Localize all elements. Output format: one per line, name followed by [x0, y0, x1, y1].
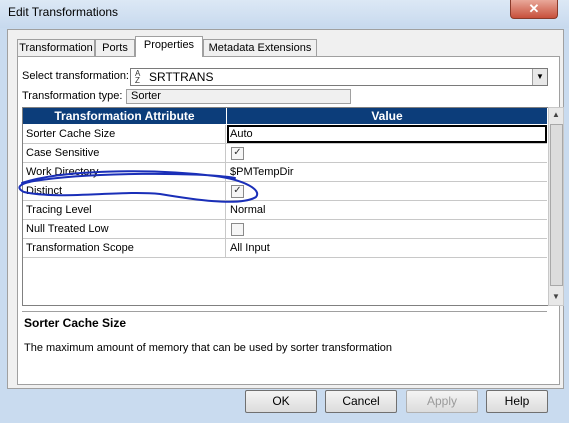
transformation-type-label: Transformation type: [22, 90, 123, 102]
value-cell [227, 220, 547, 238]
help-button[interactable]: Help [486, 390, 548, 413]
table-row[interactable]: Transformation Scope All Input [23, 239, 547, 258]
sorter-az-icon: AZ [135, 69, 141, 85]
title-bar: Edit Transformations ✕ [0, 0, 569, 28]
tab-ports[interactable]: Ports [95, 39, 135, 56]
table-row[interactable]: Sorter Cache Size Auto [23, 125, 547, 144]
value-cell[interactable]: $PMTempDir [227, 163, 547, 181]
description-text: The maximum amount of memory that can be… [24, 342, 393, 354]
tab-transformation[interactable]: Transformation [17, 39, 95, 56]
value-cell[interactable]: Auto [227, 125, 547, 143]
grid-header-attribute: Transformation Attribute [23, 108, 226, 124]
chevron-down-icon[interactable]: ▼ [532, 69, 547, 85]
table-row[interactable]: Work Directory $PMTempDir [23, 163, 547, 182]
ok-button[interactable]: OK [245, 390, 317, 413]
description-pane: Sorter Cache Size The maximum amount of … [22, 311, 547, 382]
attribute-cell: Work Directory [23, 163, 226, 181]
properties-panel: Select transformation: AZ SRTTRANS ▼ Tra… [17, 56, 564, 385]
attribute-cell: Sorter Cache Size [23, 125, 226, 143]
close-icon[interactable]: ✕ [510, 0, 558, 19]
attribute-cell: Transformation Scope [23, 239, 226, 257]
scroll-down-icon[interactable]: ▼ [549, 290, 563, 304]
value-cell[interactable]: All Input [227, 239, 547, 257]
select-transformation-value: SRTTRANS [149, 70, 214, 84]
case-sensitive-checkbox[interactable]: ✓ [231, 147, 244, 160]
value-cell: ✓ [227, 182, 547, 200]
select-transformation-combo[interactable]: AZ SRTTRANS ▼ [130, 68, 548, 86]
distinct-checkbox[interactable]: ✓ [231, 185, 244, 198]
button-bar: OK Cancel Apply Help [0, 390, 569, 423]
attribute-cell: Tracing Level [23, 201, 226, 219]
table-row[interactable]: Case Sensitive ✓ [23, 144, 547, 163]
grid-scrollbar[interactable]: ▲ ▼ [548, 107, 564, 306]
value-cell[interactable]: Normal [227, 201, 547, 219]
select-transformation-label: Select transformation: [22, 70, 129, 82]
cancel-button[interactable]: Cancel [325, 390, 397, 413]
table-row[interactable]: Distinct ✓ [23, 182, 547, 201]
grid-header-value: Value [227, 108, 547, 124]
value-cell: ✓ [227, 144, 547, 162]
table-row[interactable]: Null Treated Low [23, 220, 547, 239]
description-title: Sorter Cache Size [24, 316, 127, 330]
attribute-cell: Null Treated Low [23, 220, 226, 238]
attribute-cell: Distinct [23, 182, 226, 200]
apply-button[interactable]: Apply [406, 390, 478, 413]
tab-properties[interactable]: Properties [135, 36, 203, 57]
window-title: Edit Transformations [8, 5, 119, 19]
transformation-type-value: Sorter [126, 89, 351, 104]
scroll-up-icon[interactable]: ▲ [549, 108, 563, 122]
tab-metadata-extensions[interactable]: Metadata Extensions [203, 39, 317, 56]
dialog-client: Transformation Ports Properties Metadata… [7, 29, 564, 389]
table-row[interactable]: Tracing Level Normal [23, 201, 547, 220]
attribute-cell: Case Sensitive [23, 144, 226, 162]
attributes-grid: Transformation Attribute Value Sorter Ca… [22, 107, 549, 306]
scroll-thumb[interactable] [550, 124, 563, 286]
null-treated-low-checkbox[interactable] [231, 223, 244, 236]
